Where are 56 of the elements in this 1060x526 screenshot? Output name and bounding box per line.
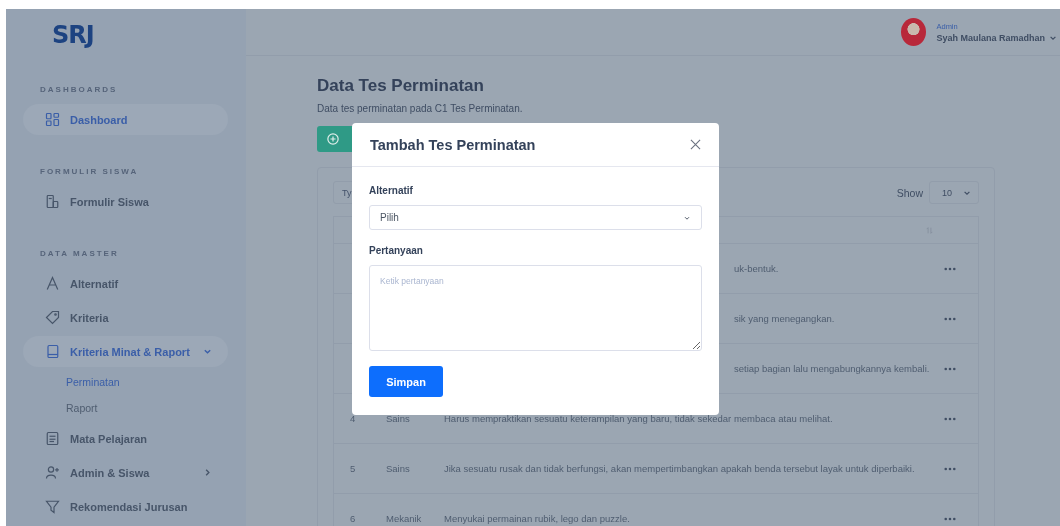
nav-item[interactable]: Kriteria Minat & Raport — [23, 336, 228, 367]
nav-item[interactable]: Admin & Siswa — [23, 457, 228, 488]
plus-circle-icon — [327, 133, 339, 145]
table-cell: setiap bagian lalu mengabungkannya kembali. — [734, 363, 930, 374]
submenu-item[interactable]: Perminatan — [18, 369, 234, 395]
nav-item[interactable]: Mata Pelajaran — [23, 423, 228, 454]
save-button[interactable]: Simpan — [369, 366, 443, 397]
grid-icon — [45, 112, 60, 127]
more-icon[interactable] — [944, 266, 956, 271]
section-heading: FORMULIR SISWA — [39, 166, 140, 178]
more-icon[interactable] — [944, 316, 956, 321]
field-label: Alternatif — [369, 185, 414, 196]
more-icon[interactable] — [944, 516, 956, 521]
nav-item[interactable]: Rekomendasi Jurusan — [23, 491, 228, 522]
textarea-field[interactable]: Ketik pertanyaan — [369, 265, 702, 351]
table-cell: uk-bentuk. — [734, 263, 779, 274]
page-size-select[interactable]: 10 — [929, 181, 979, 204]
field-label: Pertanyaan — [369, 245, 424, 256]
book-icon — [45, 344, 60, 359]
filter-icon — [45, 499, 60, 514]
close-icon[interactable] — [690, 139, 701, 150]
show-label: Show — [896, 186, 923, 199]
avatar — [901, 18, 927, 46]
letter-icon — [45, 276, 60, 291]
table-cell: Jika sesuatu rusak dan tidak berfungsi, akan mempertimbangkan apakah benda tersebut layak untuk diperbaiki. — [444, 463, 915, 474]
form-icon — [45, 194, 60, 209]
table-cell: 6 — [350, 513, 356, 524]
tag-icon — [45, 310, 60, 325]
page-subtitle: Data tes perminatan pada C1 Tes Perminatan. — [317, 103, 524, 114]
logo: SRJ — [51, 20, 95, 51]
table-cell: Harus mempraktikan sesuatu keterampilan yang baru, tidak sekedar membaca atau melihat. — [444, 413, 833, 424]
list-icon — [45, 431, 60, 446]
table-cell: 5 — [350, 463, 356, 474]
select-field[interactable]: Pilih — [369, 205, 702, 230]
table-cell: Menyukai permainan rubik, lego dan puzzle. — [444, 513, 630, 524]
table-cell: 4 — [350, 413, 356, 424]
nav-item[interactable]: Kriteria — [23, 302, 228, 333]
table-cell: Sains — [386, 463, 410, 474]
nav-item[interactable]: Alternatif — [23, 268, 228, 299]
more-icon[interactable] — [944, 366, 956, 371]
chevron-right-icon — [203, 468, 212, 477]
user-menu[interactable]: Syah Maulana Ramadhan — [936, 32, 1057, 43]
submenu-item[interactable]: Raport — [18, 395, 234, 421]
table-cell: sik yang menegangkan. — [734, 313, 835, 324]
more-icon[interactable] — [944, 416, 956, 421]
page-title: Data Tes Perminatan — [317, 76, 485, 96]
table-cell: Mekanik — [386, 513, 422, 524]
add-user-icon — [45, 465, 60, 480]
table-cell: Sains — [386, 413, 410, 424]
modal-title: Tambah Tes Perminatan — [370, 136, 536, 153]
nav-item[interactable]: Formulir Siswa — [23, 186, 228, 217]
section-heading: DATA MASTER — [39, 248, 120, 260]
more-icon[interactable] — [944, 466, 956, 471]
section-heading: DASHBOARDS — [39, 84, 119, 96]
chevron-down-icon — [203, 347, 212, 356]
nav-item[interactable]: Dashboard — [23, 104, 228, 135]
